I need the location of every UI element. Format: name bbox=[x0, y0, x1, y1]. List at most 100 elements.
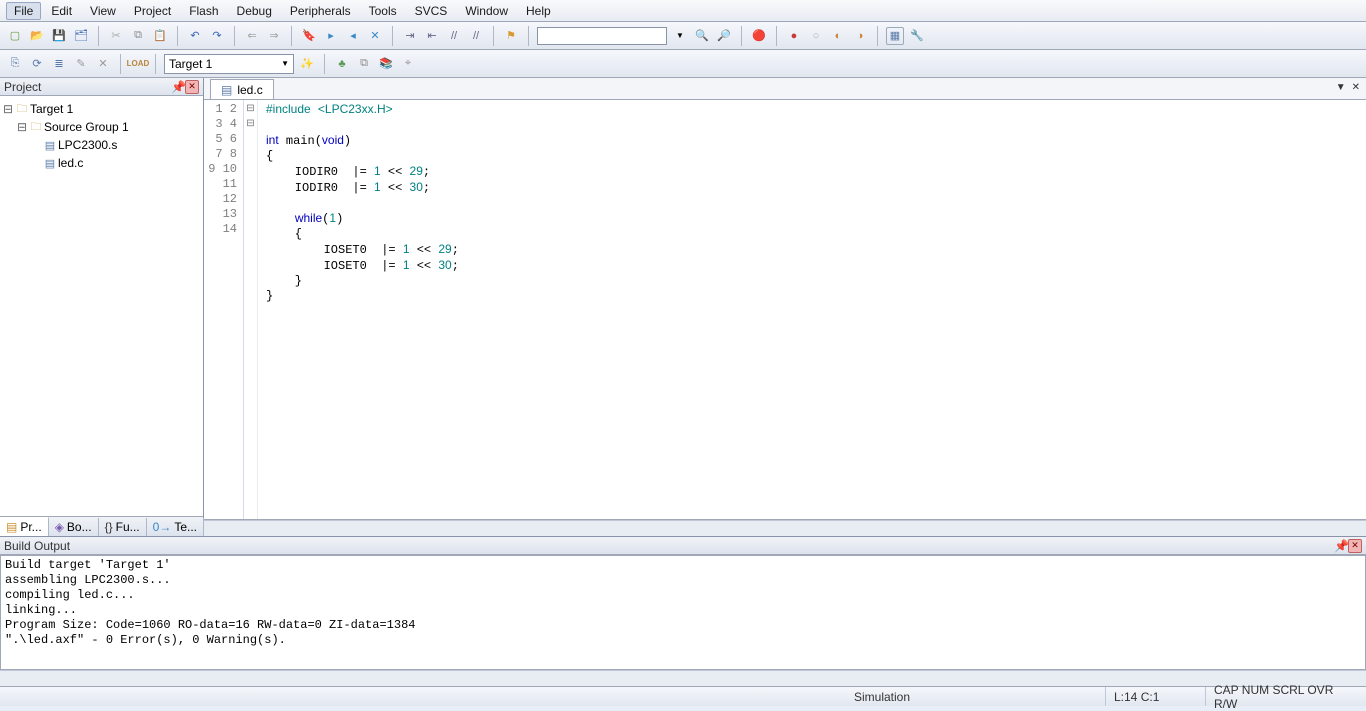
tab-templates[interactable]: 0→Te... bbox=[147, 518, 204, 536]
menu-debug[interactable]: Debug bbox=[229, 2, 280, 20]
code-content[interactable]: #include <LPC23xx.H> int main(void) { IO… bbox=[258, 100, 1366, 519]
expand-icon[interactable]: ⊟ bbox=[16, 120, 28, 135]
bookmark-clear-icon[interactable]: ✕ bbox=[366, 27, 384, 45]
menu-project[interactable]: Project bbox=[126, 2, 179, 20]
saveall-icon[interactable]: 🗂 bbox=[72, 27, 90, 45]
editor-tab[interactable]: ▤ led.c bbox=[210, 79, 274, 99]
rebuild-icon[interactable]: ≣ bbox=[50, 55, 68, 73]
tab-project[interactable]: ▤Pr... bbox=[0, 517, 49, 536]
project-panel: Project 📌 ✕ ⊟ 🗀 Target 1 ⊟ 🗀 Source Grou… bbox=[0, 78, 204, 536]
find-in-files-icon[interactable]: 🔎 bbox=[715, 27, 733, 45]
open-icon[interactable]: 📂 bbox=[28, 27, 46, 45]
search-dropdown-icon[interactable]: ▼ bbox=[671, 27, 689, 45]
bookmark-prev-icon[interactable]: ◂ bbox=[344, 27, 362, 45]
comment-icon[interactable]: // bbox=[445, 27, 463, 45]
pin-icon[interactable]: 📌 bbox=[1334, 539, 1346, 553]
download-icon[interactable]: LOAD bbox=[129, 55, 147, 73]
tab-close-icon[interactable]: ✕ bbox=[1352, 82, 1360, 93]
separator bbox=[177, 26, 178, 46]
separator bbox=[324, 54, 325, 74]
target-icon: 🗀 bbox=[14, 102, 30, 116]
tree-file[interactable]: ▤ LPC2300.s bbox=[2, 136, 201, 154]
menu-window[interactable]: Window bbox=[457, 2, 516, 20]
manage-components-icon[interactable]: ♣ bbox=[333, 55, 351, 73]
fold-gutter[interactable]: ⊟ ⊟ bbox=[244, 100, 258, 519]
breakpoint-disable-icon[interactable]: ○ bbox=[807, 27, 825, 45]
manage-rtenv-icon[interactable]: ⌖ bbox=[399, 55, 417, 73]
flag-icon[interactable]: ⚑ bbox=[502, 27, 520, 45]
build-icon[interactable]: ⟳ bbox=[28, 55, 46, 73]
nav-back-icon[interactable]: ⇐ bbox=[243, 27, 261, 45]
indent-icon[interactable]: ⇥ bbox=[401, 27, 419, 45]
paste-icon[interactable]: 📋 bbox=[151, 27, 169, 45]
asm-file-icon: ▤ bbox=[42, 138, 58, 152]
menu-peripherals[interactable]: Peripherals bbox=[282, 2, 359, 20]
redo-icon[interactable]: ↷ bbox=[208, 27, 226, 45]
build-output-title: Build Output 📌 ✕ bbox=[0, 537, 1366, 555]
translate-icon[interactable]: ⎘ bbox=[6, 55, 24, 73]
debug-icon[interactable]: 🔴 bbox=[750, 27, 768, 45]
books-icon[interactable]: 📚 bbox=[377, 55, 395, 73]
batch-build-icon[interactable]: ✎ bbox=[72, 55, 90, 73]
editor-area: ▤ led.c ▼ ✕ 1 2 3 4 5 6 7 8 9 10 11 12 1… bbox=[204, 78, 1366, 536]
tree-file-label: led.c bbox=[58, 156, 83, 170]
target-select-value: Target 1 bbox=[169, 57, 212, 71]
menu-bar: File Edit View Project Flash Debug Perip… bbox=[0, 0, 1366, 22]
target-options-icon[interactable]: ✨ bbox=[298, 55, 316, 73]
separator bbox=[493, 26, 494, 46]
configure-icon[interactable]: 🔧 bbox=[908, 27, 926, 45]
breakpoint-kill-icon[interactable]: ◐ bbox=[829, 27, 847, 45]
stop-build-icon[interactable]: ✕ bbox=[94, 55, 112, 73]
bookmark-next-icon[interactable]: ▸ bbox=[322, 27, 340, 45]
outdent-icon[interactable]: ⇤ bbox=[423, 27, 441, 45]
target-select[interactable]: Target 1 ▼ bbox=[164, 54, 294, 74]
breakpoint-toggle-icon[interactable]: ◑ bbox=[851, 27, 869, 45]
file-ext-icon[interactable]: ⧉ bbox=[355, 55, 373, 73]
toolbar-build: ⎘ ⟳ ≣ ✎ ✕ LOAD Target 1 ▼ ✨ ♣ ⧉ 📚 ⌖ bbox=[0, 50, 1366, 78]
build-output-text[interactable]: Build target 'Target 1' assembling LPC23… bbox=[0, 555, 1366, 670]
build-output-panel: Build Output 📌 ✕ Build target 'Target 1'… bbox=[0, 536, 1366, 686]
search-input[interactable] bbox=[537, 27, 667, 45]
project-panel-label: Project bbox=[4, 80, 41, 94]
tree-group-label: Source Group 1 bbox=[44, 120, 129, 134]
editor-hscroll[interactable] bbox=[204, 520, 1366, 536]
undo-icon[interactable]: ↶ bbox=[186, 27, 204, 45]
save-icon[interactable]: 💾 bbox=[50, 27, 68, 45]
tree-group[interactable]: ⊟ 🗀 Source Group 1 bbox=[2, 118, 201, 136]
find-icon[interactable]: 🔍 bbox=[693, 27, 711, 45]
menu-file[interactable]: File bbox=[6, 2, 41, 20]
c-file-icon: ▤ bbox=[221, 83, 232, 97]
separator bbox=[392, 26, 393, 46]
separator bbox=[776, 26, 777, 46]
menu-flash[interactable]: Flash bbox=[181, 2, 226, 20]
build-hscroll[interactable] bbox=[0, 670, 1366, 686]
tree-file[interactable]: ▤ led.c bbox=[2, 154, 201, 172]
project-tree[interactable]: ⊟ 🗀 Target 1 ⊟ 🗀 Source Group 1 ▤ LPC230… bbox=[0, 96, 203, 516]
tab-functions[interactable]: {}Fu... bbox=[99, 518, 147, 536]
tab-books[interactable]: ◈Bo... bbox=[49, 518, 99, 536]
chevron-down-icon: ▼ bbox=[281, 59, 289, 68]
pin-icon[interactable]: 📌 bbox=[171, 80, 183, 94]
close-icon[interactable]: ✕ bbox=[185, 80, 199, 94]
cut-icon[interactable]: ✂ bbox=[107, 27, 125, 45]
breakpoint-insert-icon[interactable]: ● bbox=[785, 27, 803, 45]
bookmark-icon[interactable]: 🔖 bbox=[300, 27, 318, 45]
uncomment-icon[interactable]: // bbox=[467, 27, 485, 45]
new-icon[interactable]: ▢ bbox=[6, 27, 24, 45]
window-layout-icon[interactable]: ▦ bbox=[886, 27, 904, 45]
status-mode: Simulation bbox=[846, 687, 1106, 706]
copy-icon[interactable]: ⧉ bbox=[129, 27, 147, 45]
close-icon[interactable]: ✕ bbox=[1348, 539, 1362, 553]
project-panel-title: Project 📌 ✕ bbox=[0, 78, 203, 96]
menu-svcs[interactable]: SVCS bbox=[407, 2, 456, 20]
code-editor[interactable]: 1 2 3 4 5 6 7 8 9 10 11 12 13 14 ⊟ ⊟ #in… bbox=[204, 100, 1366, 520]
menu-help[interactable]: Help bbox=[518, 2, 559, 20]
tree-target[interactable]: ⊟ 🗀 Target 1 bbox=[2, 100, 201, 118]
tab-menu-icon[interactable]: ▼ bbox=[1336, 82, 1346, 93]
separator bbox=[528, 26, 529, 46]
expand-icon[interactable]: ⊟ bbox=[2, 102, 14, 117]
menu-edit[interactable]: Edit bbox=[43, 2, 80, 20]
menu-tools[interactable]: Tools bbox=[361, 2, 405, 20]
nav-fwd-icon[interactable]: ⇒ bbox=[265, 27, 283, 45]
menu-view[interactable]: View bbox=[82, 2, 124, 20]
